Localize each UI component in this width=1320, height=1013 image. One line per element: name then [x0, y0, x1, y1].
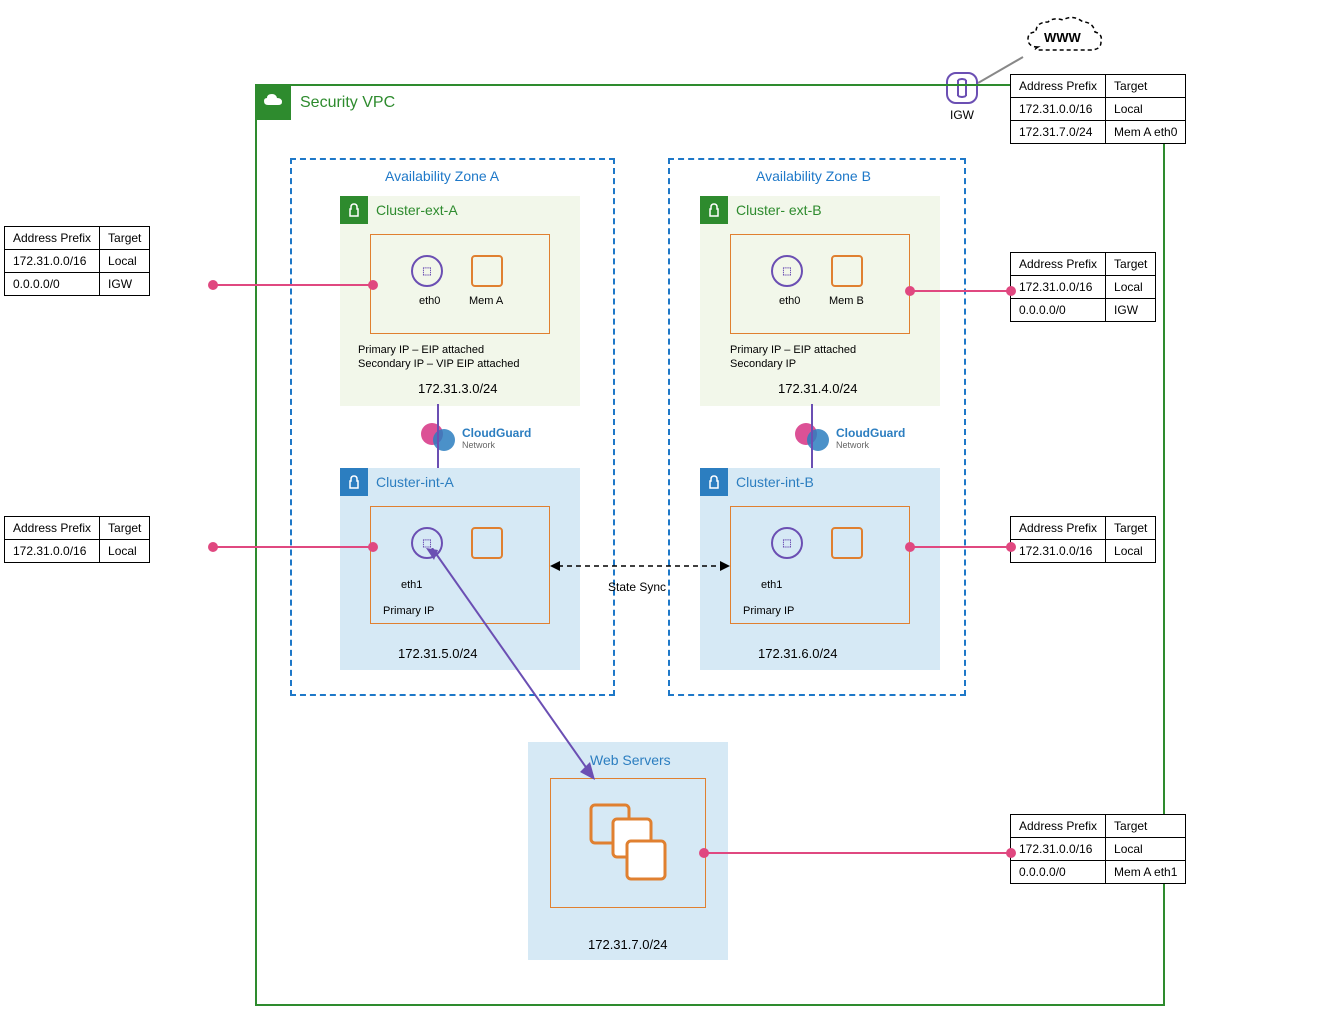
int-b-inner: ⬚ eth1 Primary IP [730, 506, 910, 624]
cluster-int-a-label: Cluster-int-A [376, 474, 454, 490]
cluster-ext-b-box: Cluster- ext-B ⬚ eth0 Mem B Primary IP –… [700, 196, 940, 406]
cluster-ext-a-label: Cluster-ext-A [376, 202, 458, 218]
ext-b-note2: Secondary IP [730, 358, 796, 370]
route-table-int-b: Address PrefixTarget 172.31.0.0/16Local [1010, 516, 1156, 563]
cloudguard-a-text: CloudGuard [462, 426, 531, 440]
pink-dot [1006, 542, 1016, 552]
primary-ip-b: Primary IP [743, 605, 794, 617]
mem-a-label: Mem A [469, 295, 503, 307]
cidr-ext-b: 172.31.4.0/24 [778, 381, 858, 396]
lock-icon [340, 196, 368, 224]
vpc-title: Security VPC [300, 94, 395, 112]
eth0-label: eth0 [419, 295, 440, 307]
nic-icon: ⬚ [771, 527, 803, 559]
route-table-igw: Address PrefixTarget 172.31.0.0/16Local … [1010, 74, 1186, 144]
cloudguard-b-text: CloudGuard [836, 426, 905, 440]
vpc-icon [255, 84, 291, 120]
cluster-ext-b-label: Cluster- ext-B [736, 202, 822, 218]
pink-dot [1006, 286, 1016, 296]
route-table-ext-b: Address PrefixTarget 172.31.0.0/16Local … [1010, 252, 1156, 322]
cloudguard-a-net: Network [462, 440, 495, 450]
pink-connector [213, 284, 371, 286]
pink-dot [699, 848, 709, 858]
pink-connector [213, 546, 371, 548]
pink-dot [1006, 848, 1016, 858]
cloudguard-b-net: Network [836, 440, 869, 450]
az-b-label: Availability Zone B [756, 168, 871, 184]
mem-b-label: Mem B [829, 295, 864, 307]
servers-icon [583, 797, 673, 887]
pink-dot [905, 286, 915, 296]
pink-connector [910, 290, 1010, 292]
cluster-int-b-label: Cluster-int-B [736, 474, 814, 490]
ext-a-note2: Secondary IP – VIP EIP attached [358, 358, 519, 370]
eth1-to-web-arrow [420, 548, 620, 788]
ext-a-inner: ⬚ eth0 Mem A [370, 234, 550, 334]
cidr-ext-a: 172.31.3.0/24 [418, 381, 498, 396]
route-table-web: Address PrefixTarget 172.31.0.0/16Local … [1010, 814, 1186, 884]
nic-icon: ⬚ [411, 255, 443, 287]
pink-connector [704, 852, 1010, 854]
eth0-label: eth0 [779, 295, 800, 307]
ext-b-inner: ⬚ eth0 Mem B [730, 234, 910, 334]
cidr-web: 172.31.7.0/24 [588, 937, 668, 952]
cidr-int-b: 172.31.6.0/24 [758, 646, 838, 661]
ext-b-note1: Primary IP – EIP attached [730, 344, 856, 356]
www-label: WWW [1044, 30, 1081, 45]
cluster-int-b-box: Cluster-int-B ⬚ eth1 Primary IP 172.31.6… [700, 468, 940, 670]
cluster-ext-a-box: Cluster-ext-A ⬚ eth0 Mem A Primary IP – … [340, 196, 580, 406]
lock-icon [700, 196, 728, 224]
ext-a-note1: Primary IP – EIP attached [358, 344, 484, 356]
cg-b-line [810, 404, 814, 472]
nic-icon: ⬚ [771, 255, 803, 287]
chip-icon [831, 255, 863, 287]
web-inner [550, 778, 706, 908]
route-table-int-a: Address PrefixTarget 172.31.0.0/16Local [4, 516, 150, 563]
pink-dot [368, 280, 378, 290]
eth1-label: eth1 [761, 579, 782, 591]
az-a-label: Availability Zone A [385, 168, 499, 184]
pink-dot [905, 542, 915, 552]
pink-dot [208, 542, 218, 552]
pink-connector [910, 546, 1010, 548]
pink-dot [368, 542, 378, 552]
chip-icon [831, 527, 863, 559]
cg-a-line [436, 404, 440, 472]
lock-icon [340, 468, 368, 496]
route-table-ext-a: Address PrefixTarget 172.31.0.0/16Local … [4, 226, 150, 296]
pink-dot [208, 280, 218, 290]
chip-icon [471, 255, 503, 287]
lock-icon [700, 468, 728, 496]
